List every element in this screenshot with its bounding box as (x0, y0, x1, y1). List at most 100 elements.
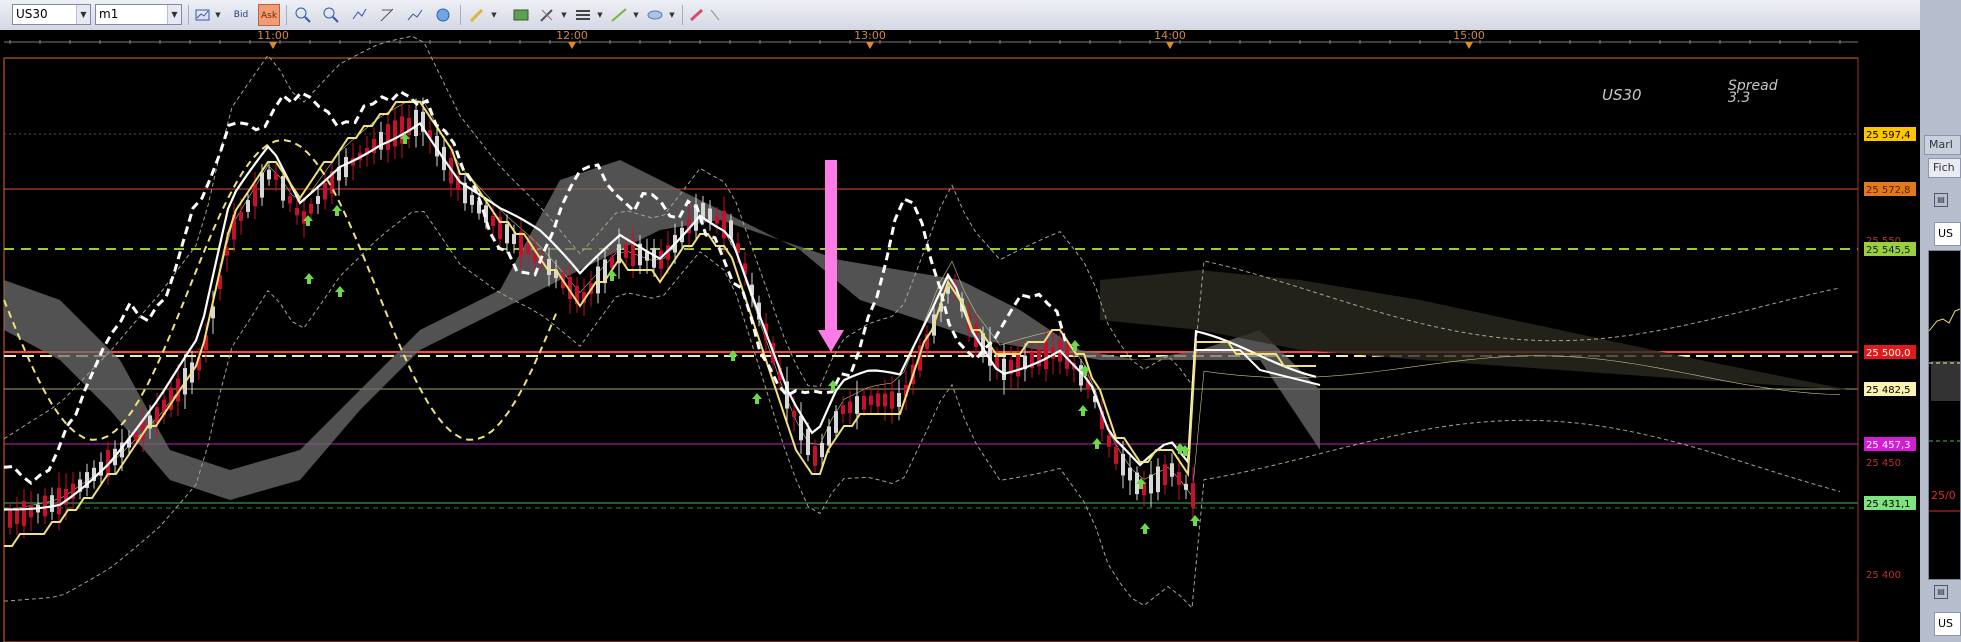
candle-body (792, 410, 796, 418)
cursor-button[interactable] (708, 4, 722, 26)
candle-body (1156, 466, 1160, 493)
chevron-down-icon[interactable]: ▼ (76, 5, 90, 24)
scroll-icon (352, 8, 367, 20)
candle-body (288, 196, 292, 204)
zoom-in-icon (295, 7, 311, 23)
toolbar-separator (460, 5, 461, 25)
candle-body (22, 500, 26, 527)
bid-label: Bid (233, 10, 249, 20)
pencil-button[interactable] (466, 4, 488, 26)
candle-body (1128, 467, 1132, 481)
globe-icon (436, 8, 450, 22)
chevron-down-icon[interactable]: ▼ (668, 4, 676, 26)
bid-button[interactable]: Bid (230, 4, 252, 26)
candle-body (414, 109, 418, 137)
candle-body (1107, 435, 1111, 447)
chevron-down-icon[interactable]: ▼ (214, 4, 222, 26)
ellipse-button[interactable] (644, 4, 666, 26)
candle-body (708, 208, 712, 223)
candle-body (316, 196, 320, 204)
symbol-field[interactable]: US (1934, 612, 1961, 636)
zoom-out-button[interactable] (320, 4, 342, 26)
chevron-down-icon[interactable]: ▼ (167, 5, 181, 24)
mini-chart-pane: 25/0 (1928, 250, 1961, 580)
candle-body (134, 432, 138, 440)
price-chart[interactable]: 11:00 12:00 13:00 14:00 15:00 US30 Spread 3.… (0, 30, 1920, 642)
candle-body (1002, 358, 1006, 380)
symbol-field-value-2: US (1938, 617, 1954, 630)
candle-body (1184, 483, 1188, 490)
chevron-down-icon[interactable]: ▼ (632, 4, 640, 26)
tools-button[interactable] (536, 4, 558, 26)
candle-body (813, 446, 817, 466)
chevron-down-icon[interactable]: ▼ (596, 4, 604, 26)
candle-body (302, 211, 306, 224)
candle-body (806, 428, 810, 456)
candle-body (799, 415, 803, 441)
candle-body (547, 258, 551, 276)
price-tag-431: 25 431,1 (1866, 499, 1911, 510)
candle-body (820, 442, 824, 458)
indicator-button[interactable] (376, 4, 398, 26)
candle-body (155, 407, 159, 423)
tools-icon (540, 9, 553, 22)
symbol-select[interactable]: US30 ▼ (12, 4, 91, 25)
y-tick-450: 25 450 (1866, 458, 1901, 469)
candle-body (1044, 341, 1048, 370)
ask-button[interactable]: Ask (258, 4, 280, 26)
chart-type-button[interactable] (192, 4, 214, 26)
candle-body (344, 156, 348, 178)
candle-body (897, 393, 901, 407)
chevron-down-icon[interactable]: ▼ (560, 4, 568, 26)
trendline-icon (611, 8, 627, 22)
candle-body (1016, 352, 1020, 377)
candle-body (876, 393, 880, 407)
window-icon[interactable]: ▤ (1934, 193, 1948, 207)
candle-body (519, 231, 523, 258)
candle-body (43, 495, 47, 517)
zoom-out-icon (323, 7, 339, 23)
time-label: 14:00 (1154, 30, 1186, 42)
timeframe-value: m1 (99, 7, 119, 21)
candle-body (827, 426, 831, 446)
chevron-down-icon[interactable]: ▼ (490, 4, 498, 26)
symbol-watermark: US30 (1602, 86, 1642, 104)
chart-background (0, 30, 1920, 642)
candle-body (246, 200, 250, 212)
mini-chart-cloud (1931, 361, 1960, 401)
candle-body (309, 203, 313, 214)
candle-body (386, 124, 390, 150)
candle-body (239, 212, 243, 221)
crosshair-button[interactable] (404, 4, 426, 26)
lines-button[interactable] (572, 4, 594, 26)
auto-scroll-button[interactable] (348, 4, 370, 26)
image-icon (513, 9, 529, 21)
market-watch-tab[interactable]: Marl (1924, 135, 1961, 155)
file-menu-label: Fich (1933, 161, 1955, 174)
eraser-button[interactable] (686, 4, 708, 26)
ask-label: Ask (260, 11, 278, 21)
candle-body (260, 172, 264, 198)
candle-body (624, 244, 628, 258)
candle-body (855, 396, 859, 414)
candle-body (834, 411, 838, 433)
candle-body (1170, 463, 1174, 477)
globe-button[interactable] (432, 4, 454, 26)
candle-body (505, 224, 509, 244)
symbol-value: US30 (16, 7, 48, 21)
chart-toolbar: US30 ▼ m1 ▼ ▼ Bid Ask ▼ ▼ ▼ ▼ ▼ (0, 0, 1920, 31)
price-tag-597: 25 597,4 (1866, 130, 1911, 141)
candle-body (8, 509, 12, 528)
zoom-in-button[interactable] (292, 4, 314, 26)
symbol-field[interactable]: US (1934, 222, 1961, 246)
mini-chart-date: 25/0 (1931, 489, 1956, 502)
trendline-button[interactable] (608, 4, 630, 26)
candle-body (659, 250, 663, 269)
candle-body (281, 176, 285, 201)
file-menu[interactable]: Fich (1928, 158, 1961, 178)
crosshair-icon (407, 9, 423, 21)
image-button[interactable] (510, 4, 532, 26)
candle-body (869, 395, 873, 405)
timeframe-select[interactable]: m1 ▼ (95, 4, 182, 25)
window-icon[interactable]: ▤ (1934, 585, 1948, 599)
